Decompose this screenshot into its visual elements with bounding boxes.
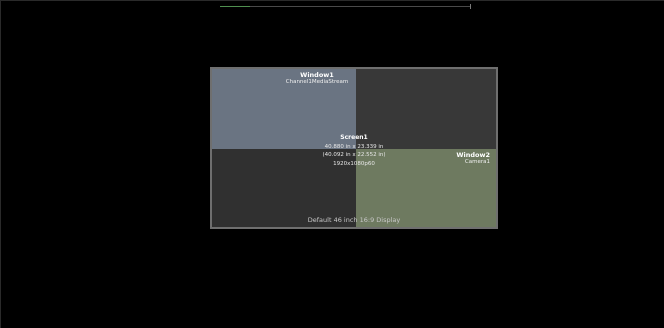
screen-resolution: 1920x1080p60 bbox=[333, 160, 375, 167]
display-canvas[interactable]: Window1 Channel1MediaStream Window2 Came… bbox=[210, 67, 498, 229]
screen-size: 40.880 in x 23.339 in bbox=[324, 143, 384, 150]
screen-name: Screen1 bbox=[340, 134, 368, 141]
progress-bar-end-marker bbox=[470, 4, 471, 9]
display-label: Default 46 inch 16:9 Display bbox=[307, 216, 401, 224]
layout-editor: Window1 Channel1MediaStream Window2 Came… bbox=[0, 0, 664, 328]
progress-bar-fill bbox=[220, 6, 250, 7]
screen-size-alt: (40.092 in x 22.552 in) bbox=[322, 152, 386, 158]
window1-title: Window1 bbox=[300, 71, 334, 79]
window1-source: Channel1MediaStream bbox=[285, 79, 349, 85]
progress-bar[interactable] bbox=[220, 6, 470, 7]
screen-info: Screen1 40.880 in x 23.339 in (40.092 in… bbox=[212, 134, 496, 168]
